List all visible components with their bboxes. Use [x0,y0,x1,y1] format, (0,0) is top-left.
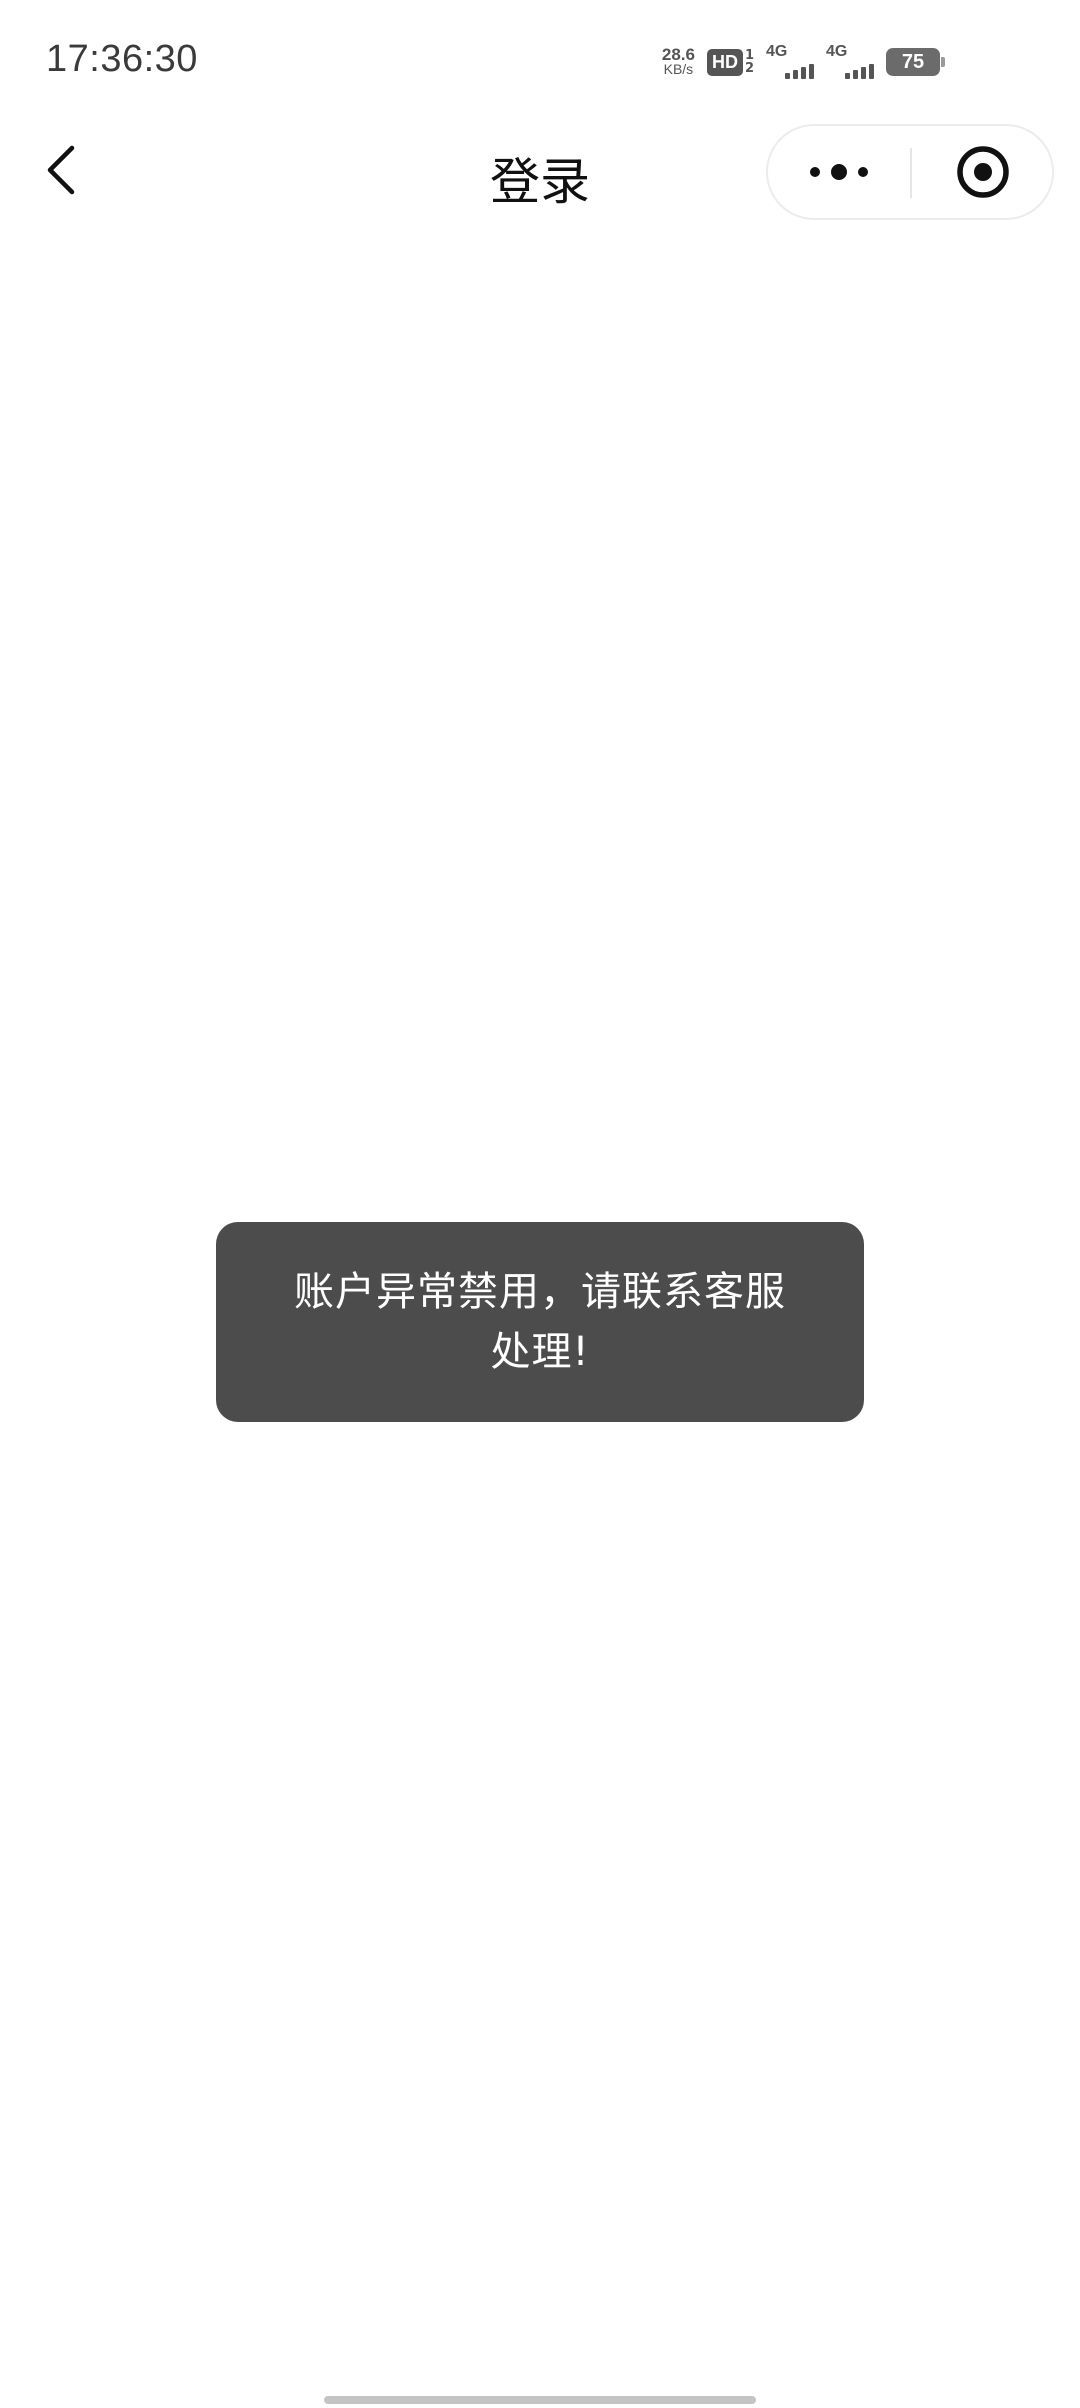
sim2-signal-icon: 4G [826,43,874,81]
target-circle-icon [957,146,1009,198]
nav-bar: 登录 [0,120,1080,220]
screen: 17:36:30 28.6 KB/s HD 1 2 4G 4G 75 登录 账户… [0,0,1080,2408]
sim1-signal-icon: 4G [766,43,814,81]
battery-icon: 75 [886,48,945,76]
toast-text: 账户异常禁用，请联系客服处理! [294,1269,786,1375]
hd-voice-icon: HD 1 2 [706,48,754,76]
mini-program-capsule [766,124,1054,220]
status-time: 17:36:30 [46,38,198,80]
network-speed: 28.6 KB/s [661,45,695,77]
more-dots-icon [810,164,868,180]
sim1-signal-bars [785,64,814,79]
hd-sub: 1 2 [745,49,754,75]
network-speed-unit: KB/s [663,61,694,77]
home-indicator[interactable] [324,2396,756,2404]
status-icons: 28.6 KB/s HD 1 2 4G 4G 75 [661,42,945,82]
more-button[interactable] [768,126,910,218]
status-bar: 17:36:30 28.6 KB/s HD 1 2 4G 4G 75 [0,0,1080,120]
close-button[interactable] [912,126,1054,218]
toast-message: 账户异常禁用，请联系客服处理! [216,1222,864,1422]
hd-label: HD [706,48,743,76]
hd-sub-bottom: 2 [744,61,754,76]
sim2-signal-bars [845,64,874,79]
battery-level: 75 [901,50,925,73]
sim1-network-type: 4G [766,43,788,60]
network-speed-value: 28.6 [661,45,695,64]
sim2-network-type: 4G [826,43,848,60]
